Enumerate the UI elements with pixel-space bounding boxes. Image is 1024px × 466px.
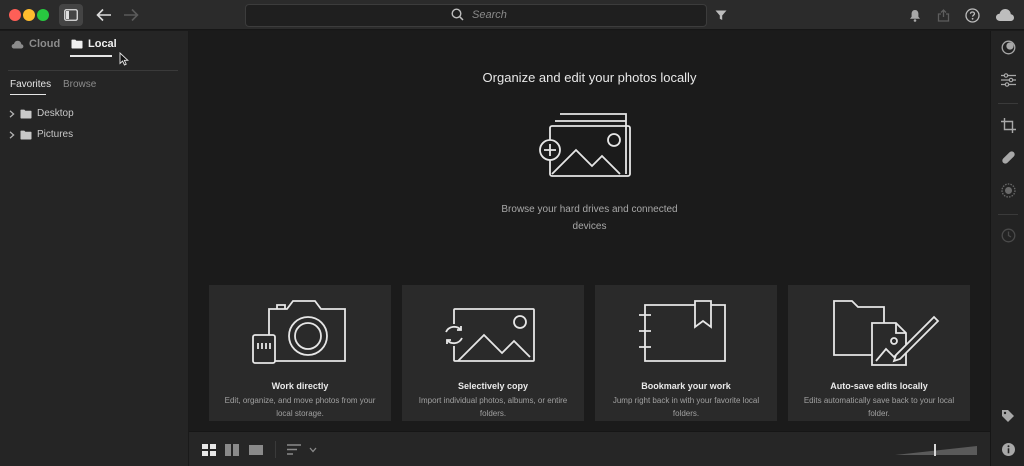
favorite-item-label: Pictures <box>37 129 74 140</box>
notifications-button[interactable] <box>907 7 923 23</box>
cloud-icon <box>996 9 1014 21</box>
toggle-panel-button[interactable] <box>59 4 83 26</box>
help-icon <box>964 7 980 23</box>
sidebar-panel-icon <box>64 9 78 21</box>
arrow-left-icon <box>96 8 111 22</box>
browse-tab[interactable]: Browse <box>63 79 96 90</box>
edit-sliders-button[interactable] <box>999 71 1017 89</box>
window-zoom-button[interactable] <box>37 9 49 21</box>
rail-divider <box>998 214 1018 215</box>
favorite-item-desktop[interactable]: Desktop <box>9 108 74 119</box>
card-description: Edits automatically save back to your lo… <box>803 396 955 418</box>
masking-button[interactable] <box>999 181 1017 199</box>
sliders-icon <box>1000 73 1016 87</box>
add-photos-icon <box>539 113 631 177</box>
cloud-sync-button[interactable] <box>994 6 1016 24</box>
back-button[interactable] <box>95 6 113 24</box>
favorite-item-label: Desktop <box>37 108 74 119</box>
filter-icon <box>715 10 727 20</box>
share-icon <box>937 8 949 22</box>
image-copy-icon <box>443 308 535 362</box>
bandage-icon <box>1001 150 1015 164</box>
cloud-tab[interactable]: Cloud <box>11 38 60 50</box>
chevron-right-icon <box>9 130 15 139</box>
mouse-pointer-icon <box>119 52 129 66</box>
card-title: Bookmark your work <box>641 381 731 391</box>
favorites-tab-indicator <box>10 94 46 95</box>
local-tab[interactable]: Local <box>71 38 117 50</box>
feature-card-bookmark: Bookmark your work Jump right back in wi… <box>595 285 777 421</box>
feature-card-auto-save: Auto-save edits locally Edits automatica… <box>788 285 970 421</box>
crop-button[interactable] <box>999 116 1017 134</box>
sort-button[interactable] <box>287 432 317 466</box>
favorites-tab[interactable]: Favorites <box>10 79 51 90</box>
card-description: Import individual photos, albums, or ent… <box>418 396 568 418</box>
forward-button[interactable] <box>122 6 140 24</box>
filter-button[interactable] <box>714 8 728 22</box>
single-view-icon <box>249 444 263 455</box>
cloud-icon <box>11 40 24 48</box>
compare-view-icon <box>225 443 239 456</box>
rail-divider <box>998 103 1018 104</box>
masking-icon <box>1000 182 1016 198</box>
cloud-tab-label: Cloud <box>29 38 61 50</box>
bottom-toolbar <box>189 431 990 466</box>
active-tab-indicator <box>70 55 112 57</box>
page-title: Organize and edit your photos locally <box>482 70 697 85</box>
healing-button[interactable] <box>999 148 1017 166</box>
window-close-button[interactable] <box>9 9 21 21</box>
card-title: Auto-save edits locally <box>830 381 928 391</box>
feature-card-selectively-copy: Selectively copy Import individual photo… <box>402 285 584 421</box>
info-button[interactable] <box>999 440 1017 458</box>
compare-view-button[interactable] <box>225 432 239 466</box>
presets-icon <box>1001 40 1015 54</box>
grid-view-button[interactable] <box>202 432 216 466</box>
page-subtitle: Browse your hard drives and connected de… <box>501 204 678 232</box>
chevron-right-icon <box>9 109 15 118</box>
search-placeholder: Search <box>472 8 507 21</box>
panel-divider <box>8 70 178 71</box>
folder-icon <box>20 130 32 139</box>
local-tab-label: Local <box>88 38 117 50</box>
main-content: Organize and edit your photos locally Br… <box>189 31 990 431</box>
grid-view-icon <box>202 443 216 456</box>
presets-button[interactable] <box>999 38 1017 56</box>
size-slider-icon <box>895 443 977 456</box>
thumbnail-size-slider[interactable] <box>895 432 977 466</box>
edit-tools-rail <box>990 31 1024 466</box>
versions-button[interactable] <box>999 226 1017 244</box>
sort-lines-icon <box>287 444 301 455</box>
feature-card-work-directly: Work directly Edit, organize, and move p… <box>209 285 391 421</box>
folder-icon <box>20 109 32 118</box>
bell-icon <box>910 9 920 22</box>
chevron-down-icon <box>309 447 317 452</box>
card-title: Work directly <box>271 381 329 391</box>
keywords-button[interactable] <box>999 407 1017 425</box>
source-panel: Cloud Local Favorites Browse Desktop Pic… <box>0 31 188 466</box>
toolbar-divider <box>275 441 276 458</box>
card-description: Edit, organize, and move photos from you… <box>224 396 376 418</box>
camera-icon <box>252 300 346 364</box>
window-minimize-button[interactable] <box>23 9 35 21</box>
info-icon <box>1001 442 1015 456</box>
share-button[interactable] <box>935 7 951 23</box>
help-button[interactable] <box>964 7 980 23</box>
single-view-button[interactable] <box>249 432 263 466</box>
card-description: Jump right back in with your favorite lo… <box>612 396 760 418</box>
title-bar: Search <box>0 0 1024 30</box>
bookmark-folder-icon <box>639 300 726 362</box>
favorite-item-pictures[interactable]: Pictures <box>9 129 73 140</box>
search-icon <box>451 8 464 21</box>
search-field[interactable]: Search <box>245 4 707 27</box>
card-title: Selectively copy <box>457 381 529 391</box>
tag-icon <box>1002 410 1014 422</box>
folder-edit-icon <box>833 300 940 366</box>
crop-icon <box>1000 117 1016 133</box>
arrow-right-icon <box>124 8 139 22</box>
history-icon <box>1001 228 1015 242</box>
folder-icon <box>71 39 83 49</box>
